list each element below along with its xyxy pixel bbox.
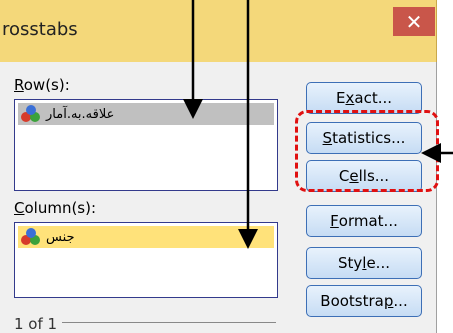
annotation-arrows xyxy=(183,0,453,249)
